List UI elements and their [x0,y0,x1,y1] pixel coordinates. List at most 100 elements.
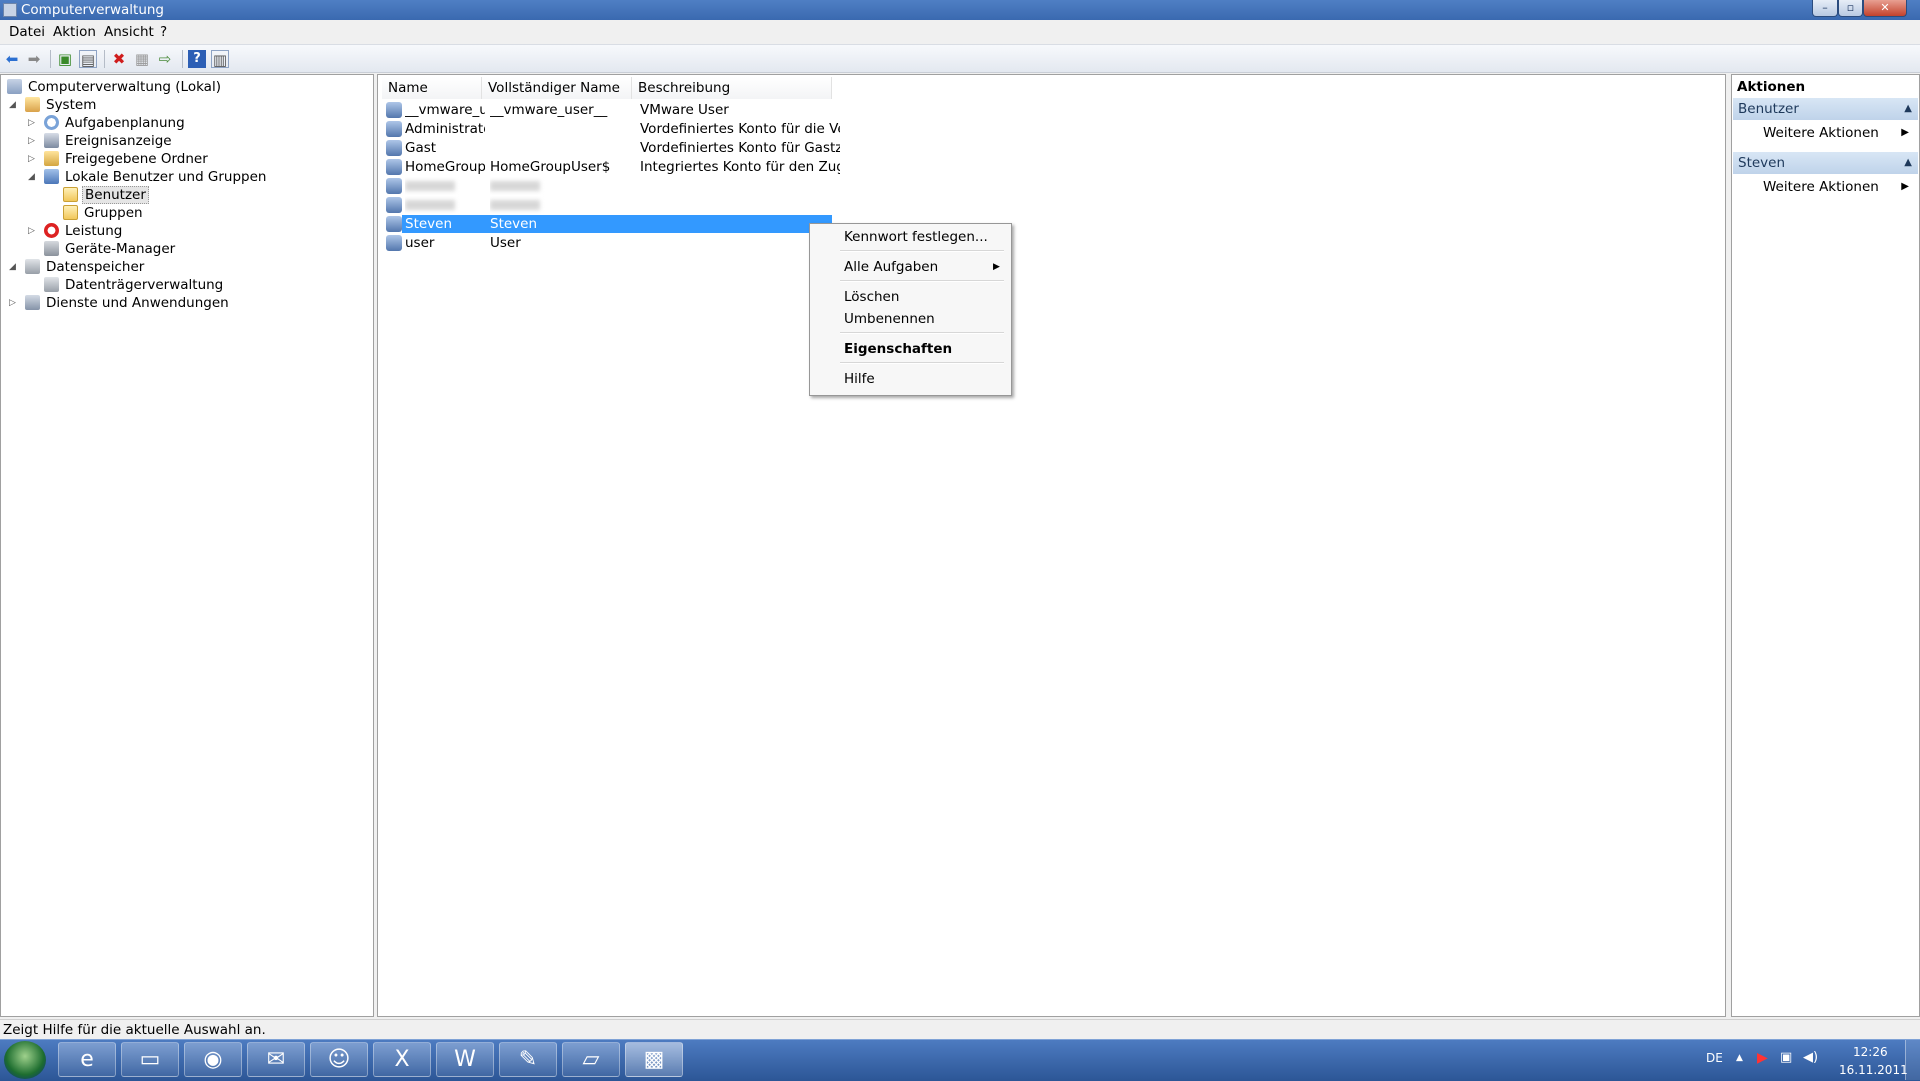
excel-icon[interactable]: X [373,1042,431,1077]
show-hide-tree-icon[interactable]: ▤ [79,50,97,69]
tree-item-datenspeicher[interactable]: ◢ Datenspeicher [9,258,146,276]
cell-full-name-redacted [490,196,635,214]
column-header-full-name[interactable]: Vollständiger Name [482,77,632,99]
virtual-pc-icon[interactable]: ▱ [562,1042,620,1077]
export-list-icon[interactable]: ⇨ [156,50,174,68]
explorer-folder-icon[interactable]: ▭ [121,1042,179,1077]
tree-item-benutzer[interactable]: Benutzer [63,186,149,204]
internet-explorer-icon[interactable]: e [58,1042,116,1077]
submenu-arrow-icon: ▶ [1901,181,1909,192]
menu-item-eigenschaften[interactable]: Eigenschaften [844,340,952,358]
action-weitere-aktionen[interactable]: Weitere Aktionen [1763,124,1879,142]
menu-help[interactable]: ? [160,24,167,40]
close-button[interactable]: ✕ [1863,0,1907,17]
tree-item-lokale-benutzer[interactable]: ◢ Lokale Benutzer und Gruppen [28,168,269,186]
section-label: Benutzer [1738,101,1799,117]
tree-item-geraete-manager[interactable]: Geräte-Manager [44,240,177,258]
start-orb-icon[interactable] [4,1041,46,1079]
actions-section-benutzer[interactable]: Benutzer ▲ [1733,98,1918,120]
table-row-redacted[interactable] [382,177,1207,195]
cell-description: Vordefiniertes Konto für die Verw... [640,121,840,137]
table-row[interactable]: __vmware_u... __vmware_user__ VMware Use… [382,101,1207,119]
help-icon[interactable]: ? [188,50,206,68]
computer-icon [7,79,22,94]
computer-management-toolbox-icon[interactable]: ▩ [625,1042,683,1077]
action-weitere-aktionen[interactable]: Weitere Aktionen [1763,178,1879,196]
clock-date[interactable]: 16.11.2011 [1839,1063,1908,1077]
minimize-button[interactable]: – [1812,0,1838,17]
actions-section-steven[interactable]: Steven ▲ [1733,152,1918,174]
maximize-button[interactable]: ▫ [1838,0,1863,17]
menu-ansicht[interactable]: Ansicht [104,24,154,40]
column-header-description[interactable]: Beschreibung [632,77,832,99]
collapse-caret-icon[interactable]: ▲ [1904,152,1912,174]
expand-arrow-icon[interactable]: ▷ [9,294,19,312]
tree-item-dienste[interactable]: ▷ Dienste und Anwendungen [9,294,231,312]
menu-aktion[interactable]: Aktion [53,24,96,40]
menu-item-umbenennen[interactable]: Umbenennen [844,310,935,328]
table-row[interactable]: Administrator Vordefiniertes Konto für d… [382,120,1207,138]
menu-item-loeschen[interactable]: Löschen [844,288,899,306]
redaction-blur [490,181,540,191]
user-icon [386,140,402,156]
table-row[interactable]: Gast Vordefiniertes Konto für Gastzugri.… [382,139,1207,157]
window-title: Computerverwaltung [21,2,164,18]
language-indicator[interactable]: DE [1706,1051,1723,1065]
menu-item-hilfe[interactable]: Hilfe [844,370,875,388]
flag-icon[interactable]: ▶ [1757,1050,1768,1066]
user-icon [386,121,402,137]
tree-item-datentraegerverwaltung[interactable]: Datenträgerverwaltung [44,276,225,294]
status-text: Zeigt Hilfe für die aktuelle Auswahl an. [3,1022,266,1038]
collapse-arrow-icon[interactable]: ◢ [9,96,19,114]
outlook-icon[interactable]: ✉ [247,1042,305,1077]
messenger-icon[interactable]: ☺ [310,1042,368,1077]
properties-icon[interactable]: ▦ [133,50,151,68]
show-hidden-icons-icon[interactable]: ▲ [1736,1053,1743,1063]
network-icon[interactable]: ▣ [1780,1050,1792,1065]
collapse-arrow-icon[interactable]: ◢ [9,258,19,276]
collapse-caret-icon[interactable]: ▲ [1904,98,1912,120]
tree-item-aufgabenplanung[interactable]: ▷ Aufgabenplanung [28,114,187,132]
expand-arrow-icon[interactable]: ▷ [28,114,38,132]
up-folder-icon[interactable]: ▣ [56,50,74,68]
submenu-arrow-icon: ▶ [1901,127,1909,138]
expand-arrow-icon[interactable]: ▷ [28,132,38,150]
tree-item-gruppen[interactable]: Gruppen [63,204,145,222]
tree-label: Gruppen [84,205,143,221]
table-row[interactable]: user User [382,234,1207,252]
expand-arrow-icon[interactable]: ▷ [28,222,38,240]
firefox-icon[interactable]: ◉ [184,1042,242,1077]
volume-icon[interactable]: ◀) [1803,1050,1818,1065]
tree-item-system[interactable]: ◢ System [9,96,98,114]
delete-icon[interactable]: ✖ [110,50,128,68]
collapse-arrow-icon[interactable]: ◢ [28,168,38,186]
menu-datei[interactable]: Datei [9,24,45,40]
table-row-redacted[interactable] [382,196,1207,214]
console-tree: Computerverwaltung (Lokal) ◢ System ▷ Au… [0,74,374,1017]
tree-label: Ereignisanzeige [65,133,172,149]
forward-arrow-icon[interactable]: ➡ [25,50,43,68]
tree-label: Computerverwaltung (Lokal) [28,79,221,95]
tree-item-ereignisanzeige[interactable]: ▷ Ereignisanzeige [28,132,174,150]
clock-time[interactable]: 12:26 [1853,1045,1888,1059]
toolbar-separator [50,50,51,68]
menu-item-alle-aufgaben[interactable]: Alle Aufgaben [844,258,938,276]
expand-arrow-icon[interactable]: ▷ [28,150,38,168]
users-groups-icon [44,169,59,184]
folder-icon [63,187,78,202]
notepad-icon[interactable]: ✎ [499,1042,557,1077]
table-row-selected[interactable]: Steven Steven [382,215,1207,233]
tree-item-leistung[interactable]: ▷ Leistung [28,222,124,240]
menu-item-kennwort-festlegen[interactable]: Kennwort festlegen... [844,228,988,246]
back-arrow-icon[interactable]: ⬅ [3,50,21,68]
menu-separator [840,362,1004,364]
toolbar: ⬅ ➡ ▣ ▤ ✖ ▦ ⇨ ? ▥ [0,44,1920,73]
word-icon[interactable]: W [436,1042,494,1077]
column-header-name[interactable]: Name [382,77,482,99]
tree-item-root[interactable]: Computerverwaltung (Lokal) [7,78,223,96]
show-desktop-button[interactable] [1905,1040,1920,1080]
table-row[interactable]: HomeGroup... HomeGroupUser$ Integriertes… [382,158,1207,176]
show-action-pane-icon[interactable]: ▥ [211,50,229,69]
tree-item-freigegebene-ordner[interactable]: ▷ Freigegebene Ordner [28,150,210,168]
cell-name: __vmware_u... [405,102,485,118]
